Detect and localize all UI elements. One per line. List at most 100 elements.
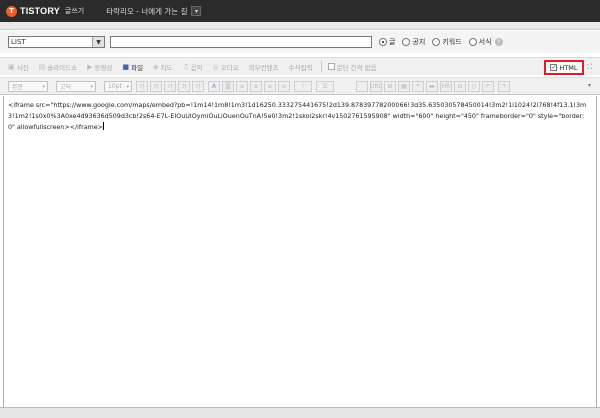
slideshow-button[interactable]: ▤ 슬라이드쇼: [39, 62, 78, 72]
radio-button-icon[interactable]: [432, 38, 441, 46]
radio-post[interactable]: 글: [379, 37, 395, 47]
italic-button[interactable]: 가: [164, 81, 176, 92]
emoticon-button[interactable]: [356, 81, 368, 92]
audio-icon: ◎: [212, 62, 219, 71]
photo-button[interactable]: ▣ 사진: [8, 62, 29, 72]
undo-button[interactable]: ↷: [498, 81, 510, 92]
radio-keyword[interactable]: 키워드: [432, 37, 462, 47]
toolbar-divider: [320, 61, 322, 72]
checkbox-checked-icon[interactable]: ✓: [550, 64, 558, 71]
radio-button-icon[interactable]: [402, 38, 411, 46]
tistory-logo-icon[interactable]: T: [6, 5, 17, 17]
editor-bottom-bar: [0, 407, 600, 418]
more-button[interactable]: ⟨⟩: [468, 81, 480, 92]
box-button[interactable]: ▦: [398, 81, 410, 92]
font-family-select[interactable]: 고딕 ▾: [56, 81, 96, 92]
hr-button[interactable]: ⊟: [454, 81, 466, 92]
text-caret: [102, 122, 104, 130]
video-button[interactable]: ▶ 동영상: [87, 62, 112, 72]
post-title-input[interactable]: [110, 36, 372, 48]
format-toolbar: 본문 ▾ 고딕 ▾ 10pt ▾ 가 가 가 가 가 A ▒ ≡ ≡ ≡ ≡ ⊤ ☰ …: [0, 77, 600, 95]
line-height-button[interactable]: ⊤: [294, 81, 312, 92]
background-color-button[interactable]: A: [208, 81, 220, 92]
chevron-down-icon[interactable]: ▼: [92, 37, 104, 47]
table-button[interactable]: ❝: [412, 81, 424, 92]
chevron-down-icon: ▾: [126, 83, 129, 90]
radio-notice[interactable]: 공지: [402, 37, 425, 47]
horizontal-rule-button[interactable]: HR: [440, 81, 452, 92]
strikethrough-button[interactable]: 가: [178, 81, 190, 92]
more-options-icon[interactable]: ▾: [588, 82, 591, 89]
header-divider: [0, 22, 600, 30]
html-mode-toggle[interactable]: ✓ HTML: [544, 60, 584, 75]
music-label: 음악: [190, 63, 203, 72]
chevron-down-icon[interactable]: ▾: [191, 6, 202, 16]
align-center-button[interactable]: ≡: [250, 81, 262, 92]
formula-label: 수식입력: [288, 63, 313, 72]
file-button[interactable]: ■ 파일: [122, 62, 143, 72]
chevron-down-icon: ▾: [90, 83, 93, 90]
map-label: 지도: [160, 63, 173, 72]
top-header: T TISTORY 글쓰기 타락리오 - 너에게 가는 길 ▾: [0, 0, 600, 22]
external-content-label: 외부컨텐츠: [248, 63, 279, 72]
post-meta-row: LIST ▼ 글 공지 키워드 서식 ?: [0, 31, 600, 53]
underline-button[interactable]: 가: [150, 81, 162, 92]
formula-button[interactable]: 수식입력: [289, 62, 313, 72]
music-button[interactable]: ♫ 음악: [182, 62, 202, 72]
editor-content[interactable]: <iframe src="https://www.google.com/maps…: [4, 96, 596, 133]
font-size-select[interactable]: 10pt ▾: [104, 81, 132, 92]
bold-button[interactable]: 가: [136, 81, 148, 92]
html-label: HTML: [559, 63, 578, 72]
html-editor[interactable]: <iframe src="https://www.google.com/maps…: [3, 96, 597, 407]
file-label: 파일: [131, 63, 144, 72]
align-justify-button[interactable]: ≡: [278, 81, 290, 92]
radio-template[interactable]: 서식: [468, 37, 492, 47]
radio-label: 공지: [412, 38, 426, 46]
music-icon: ♫: [182, 62, 189, 71]
list-button[interactable]: ☰: [316, 81, 334, 92]
editor-text: <iframe src="https://www.google.com/maps…: [8, 102, 587, 131]
write-mode-label: 글쓰기: [64, 7, 85, 15]
radio-label: 키워드: [442, 38, 462, 46]
font-family-value: 고딕: [60, 84, 72, 91]
radio-label: 서식: [478, 38, 492, 46]
paragraph-spacing-toggle[interactable]: 문단 간격 없음: [327, 62, 377, 72]
video-icon: ▶: [87, 62, 93, 71]
text-color-button[interactable]: 가: [192, 81, 204, 92]
attachment-toolbar: ▣ 사진 ▤ 슬라이드쇼 ▶ 동영상 ■ 파일 ◈ 지도 ♫ 음악 ◎ 오디오 외부컨텐츠 수…: [0, 57, 600, 75]
file-icon: ■: [122, 62, 130, 71]
radio-label: 글: [389, 38, 396, 46]
align-right-button[interactable]: ≡: [264, 81, 276, 92]
external-content-button[interactable]: 외부컨텐츠: [249, 62, 279, 72]
category-select[interactable]: LIST ▼: [8, 36, 105, 48]
radio-button-icon[interactable]: [379, 38, 387, 46]
map-icon: ◈: [153, 62, 159, 71]
post-type-radios: 글 공지 키워드 서식 ?: [379, 37, 503, 47]
map-button[interactable]: ◈ 지도: [153, 62, 172, 72]
audio-button[interactable]: ◎ 오디오: [213, 62, 239, 72]
quote-button[interactable]: ▬: [426, 81, 438, 92]
audio-label: 오디오: [220, 63, 239, 72]
checkbox-icon[interactable]: [327, 63, 335, 70]
code-button[interactable]: ↶: [482, 81, 494, 92]
highlight-button[interactable]: ▒: [222, 81, 234, 92]
photo-icon: ▣: [8, 62, 15, 71]
paragraph-style-select[interactable]: 본문 ▾: [8, 81, 48, 92]
category-value: LIST: [11, 38, 26, 46]
help-icon[interactable]: ?: [494, 38, 503, 46]
fullscreen-icon[interactable]: ⛶: [587, 63, 592, 72]
paragraph-spacing-label: 문단 간격 없음: [336, 63, 377, 72]
tistory-logo-text[interactable]: TISTORY: [20, 6, 60, 16]
slideshow-label: 슬라이드쇼: [47, 63, 78, 72]
radio-button-icon[interactable]: [468, 38, 477, 46]
slideshow-icon: ▤: [38, 62, 46, 71]
link-button[interactable]: URL: [370, 81, 382, 92]
photo-label: 사진: [16, 63, 29, 72]
blog-title[interactable]: 타락리오 - 너에게 가는 길: [106, 6, 187, 17]
video-label: 동영상: [94, 63, 113, 72]
chevron-down-icon: ▾: [42, 83, 45, 90]
align-left-button[interactable]: ≡: [236, 81, 248, 92]
paragraph-style-value: 본문: [12, 84, 24, 91]
image-button[interactable]: ⊞: [384, 81, 396, 92]
font-size-value: 10pt: [108, 83, 122, 90]
